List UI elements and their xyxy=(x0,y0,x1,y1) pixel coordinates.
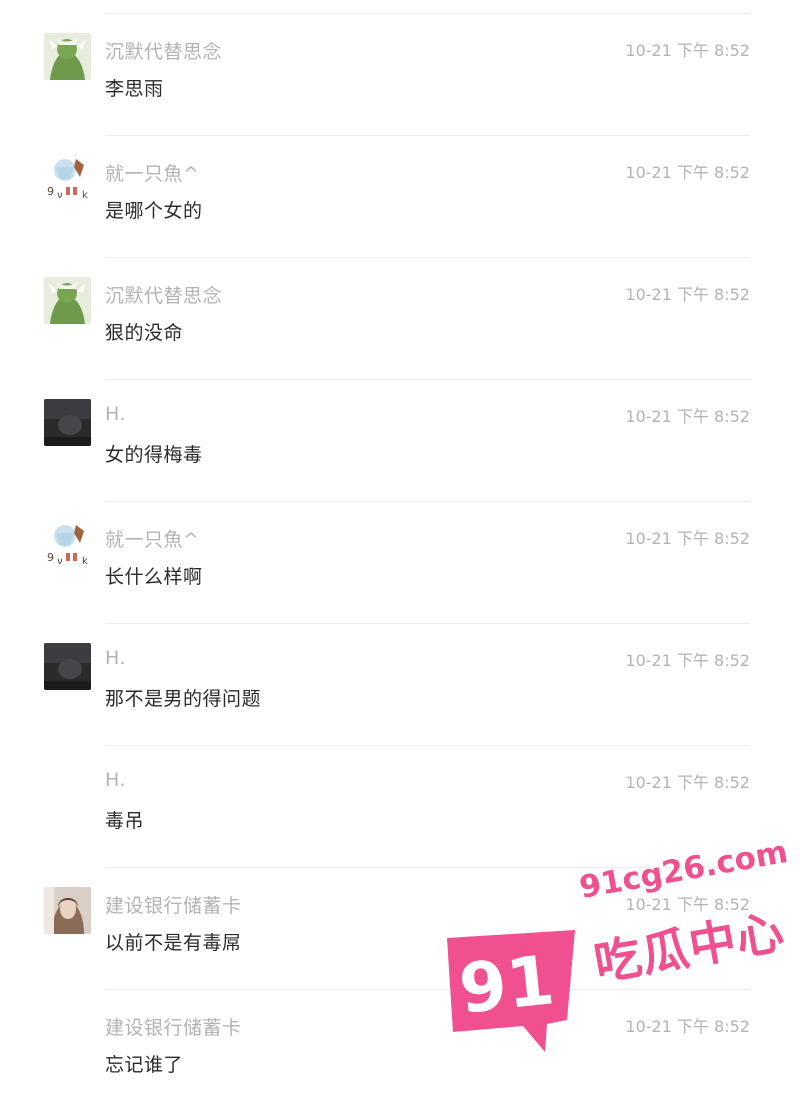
username[interactable]: 建设银行储蓄卡 xyxy=(105,891,242,918)
comment-item: H. 10-21 下午 8:52 女的得梅毒 xyxy=(0,379,800,501)
comment-item: 9 ν k 就一只魚^ 10-21 下午 8:52 是哪个女的 xyxy=(0,135,800,257)
dark-photo-avatar-icon xyxy=(44,643,91,690)
dark-photo-avatar-icon xyxy=(44,399,91,446)
comment-item: H. 10-21 下午 8:52 那不是男的得问题 xyxy=(0,623,800,745)
message-text: 女的得梅毒 xyxy=(105,444,203,466)
username[interactable]: 建设银行储蓄卡 xyxy=(105,1013,242,1040)
svg-text:k: k xyxy=(82,556,88,567)
username[interactable]: 沉默代替思念 xyxy=(105,281,222,308)
timestamp: 10-21 下午 8:52 xyxy=(625,41,750,60)
username[interactable]: 沉默代替思念 xyxy=(105,37,222,64)
watermark-number: 91 xyxy=(456,941,558,1029)
message-text: 以前不是有毒屌 xyxy=(105,932,242,954)
green-character-avatar-icon xyxy=(44,33,91,80)
svg-text:9: 9 xyxy=(47,185,54,198)
avatar[interactable]: 9 ν k xyxy=(44,155,91,202)
doodle-avatar-icon: 9 ν k xyxy=(44,155,91,202)
comment-item: 沉默代替思念 10-21 下午 8:52 李思雨 xyxy=(0,13,800,135)
username[interactable]: 就一只魚^ xyxy=(105,525,199,552)
username[interactable]: 就一只魚^ xyxy=(105,159,199,186)
watermark: 91 91cg26.com 吃瓜中心 xyxy=(435,834,790,1052)
comment-item: 9 ν k 就一只魚^ 10-21 下午 8:52 长什么样啊 xyxy=(0,501,800,623)
svg-text:9: 9 xyxy=(47,551,54,564)
avatar[interactable]: 9 ν k xyxy=(44,521,91,568)
username[interactable]: H. xyxy=(105,403,126,425)
watermark-title: 吃瓜中心 xyxy=(590,904,789,993)
avatar[interactable] xyxy=(44,399,91,446)
message-text: 是哪个女的 xyxy=(105,200,203,222)
message-text: 那不是男的得问题 xyxy=(105,688,262,710)
timestamp: 10-21 下午 8:52 xyxy=(625,285,750,304)
message-text: 毒吊 xyxy=(105,810,145,832)
avatar[interactable] xyxy=(44,887,91,934)
avatar[interactable] xyxy=(44,33,91,80)
message-text: 狠的没命 xyxy=(105,322,184,344)
timestamp: 10-21 下午 8:52 xyxy=(625,163,750,182)
timestamp: 10-21 下午 8:52 xyxy=(625,529,750,548)
username[interactable]: H. xyxy=(105,769,126,791)
avatar[interactable] xyxy=(44,277,91,324)
svg-text:ν: ν xyxy=(57,190,63,201)
message-text: 李思雨 xyxy=(105,78,164,100)
portrait-avatar-icon xyxy=(44,887,91,934)
timestamp: 10-21 下午 8:52 xyxy=(625,773,750,792)
svg-text:ν: ν xyxy=(57,556,63,567)
doodle-avatar-icon: 9 ν k xyxy=(44,521,91,568)
timestamp: 10-21 下午 8:52 xyxy=(625,407,750,426)
timestamp: 10-21 下午 8:52 xyxy=(625,651,750,670)
message-text: 长什么样啊 xyxy=(105,566,203,588)
message-text: 忘记谁了 xyxy=(105,1054,184,1076)
comment-item: 沉默代替思念 10-21 下午 8:52 狠的没命 xyxy=(0,257,800,379)
svg-text:k: k xyxy=(82,190,88,201)
avatar[interactable] xyxy=(44,643,91,690)
username[interactable]: H. xyxy=(105,647,126,669)
green-character-avatar-icon xyxy=(44,277,91,324)
watermark-badge-icon: 91 xyxy=(447,930,575,1052)
comment-item: H. 10-21 下午 8:52 毒吊 xyxy=(0,745,800,867)
